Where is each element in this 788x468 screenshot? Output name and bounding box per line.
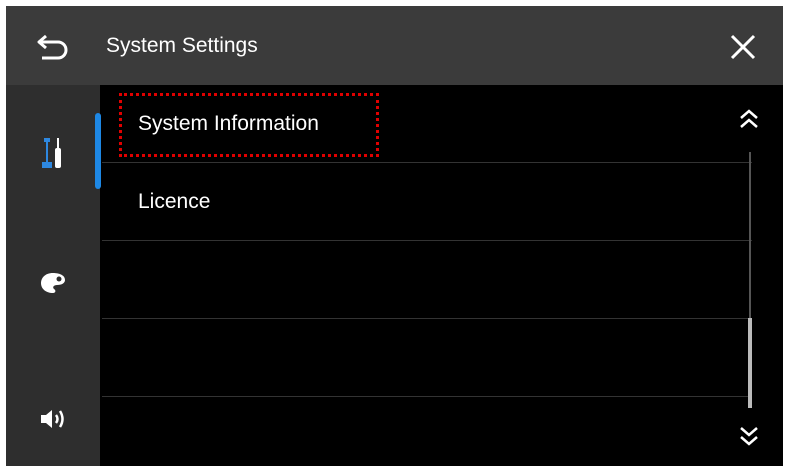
scroll-down-button[interactable] bbox=[732, 419, 766, 453]
list-item-label: Licence bbox=[138, 190, 211, 213]
active-tab-indicator bbox=[95, 113, 101, 189]
header-bar: System Settings bbox=[6, 6, 783, 85]
list-item-empty bbox=[102, 319, 752, 397]
tab-system-tools[interactable] bbox=[6, 105, 100, 201]
list-item-system-information[interactable]: System Information bbox=[102, 85, 752, 163]
settings-list: System Information Licence bbox=[102, 85, 752, 466]
close-icon bbox=[730, 34, 756, 60]
back-button[interactable] bbox=[30, 24, 76, 70]
tab-sound[interactable] bbox=[6, 371, 100, 466]
speaker-icon bbox=[41, 410, 64, 428]
scrollbar-thumb[interactable] bbox=[748, 318, 752, 408]
palette-icon bbox=[41, 273, 65, 293]
list-item-empty bbox=[102, 397, 752, 466]
settings-screen: System Settings System Information Licen… bbox=[6, 6, 783, 466]
double-chevron-down-icon bbox=[740, 427, 758, 446]
scroll-up-button[interactable] bbox=[732, 102, 766, 136]
close-button[interactable] bbox=[720, 24, 766, 70]
back-arrow-icon bbox=[37, 34, 68, 60]
tab-appearance[interactable] bbox=[6, 235, 100, 331]
list-item-label: System Information bbox=[138, 112, 319, 135]
double-chevron-up-icon bbox=[740, 109, 758, 128]
sidebar bbox=[6, 85, 101, 466]
tools-icon bbox=[42, 138, 61, 168]
page-title: System Settings bbox=[106, 34, 258, 57]
list-item-licence[interactable]: Licence bbox=[102, 163, 752, 241]
list-item-empty bbox=[102, 241, 752, 319]
